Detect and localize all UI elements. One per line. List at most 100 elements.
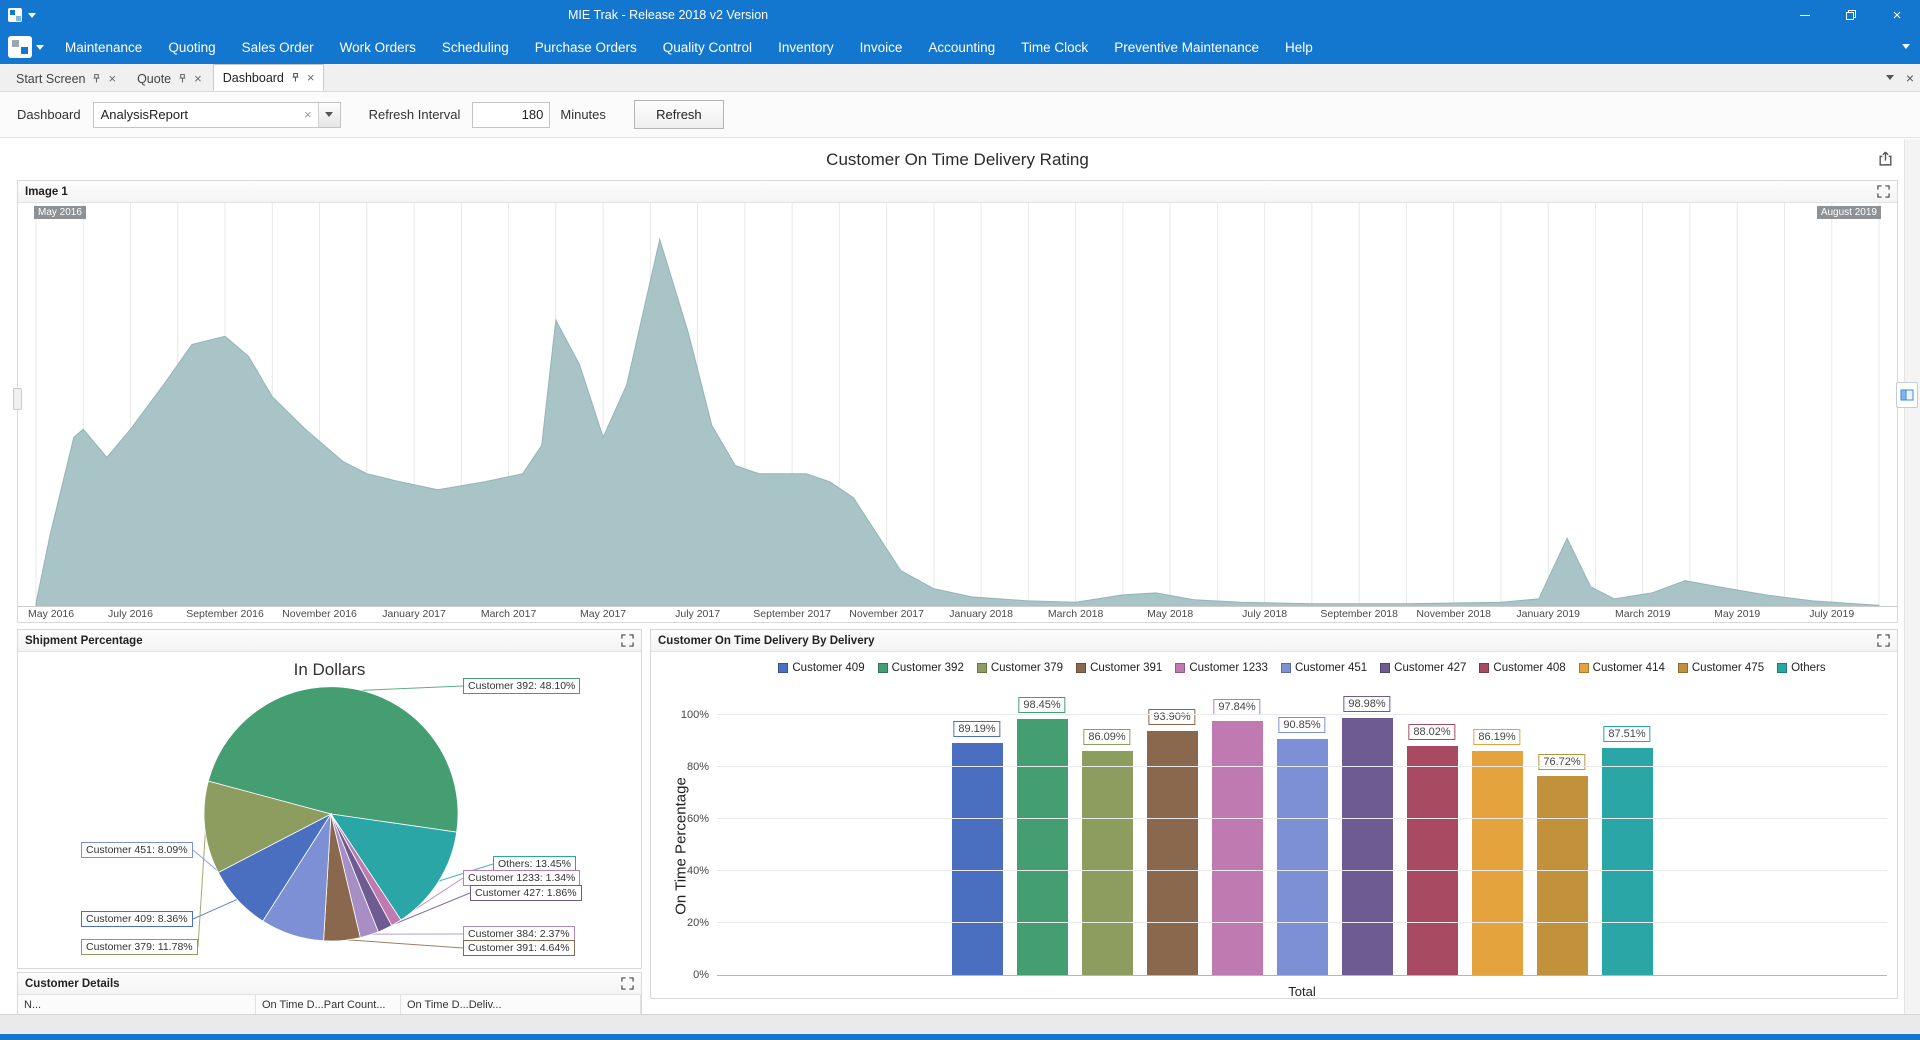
app-icon[interactable]: [8, 8, 22, 22]
legend-label: Customer 391: [1090, 662, 1162, 674]
combobox-clear-icon[interactable]: ×: [298, 107, 318, 122]
legend-label: Customer 408: [1493, 662, 1565, 674]
pin-icon[interactable]: [178, 74, 187, 83]
x-tick-label: May 2016: [28, 608, 74, 620]
chevron-down-icon: [325, 112, 333, 117]
minimize-button[interactable]: [1782, 0, 1828, 30]
legend-swatch: [977, 663, 987, 673]
combobox-dropdown-button[interactable]: [318, 103, 340, 127]
bar: [1602, 748, 1653, 976]
expand-icon[interactable]: [1877, 185, 1890, 198]
details-column-ontime-delivery[interactable]: On Time D...Deliv...: [401, 995, 641, 1014]
shipment-panel-header: Shipment Percentage: [18, 630, 641, 652]
legend-swatch: [1777, 663, 1787, 673]
tab-list-chevron-icon[interactable]: [1886, 75, 1894, 80]
tab-start-screen[interactable]: Start Screen ×: [6, 66, 126, 91]
menu-overflow-chevron-icon[interactable]: [1902, 44, 1910, 49]
tab-dashboard[interactable]: Dashboard ×: [213, 64, 325, 91]
menu-item-work-orders[interactable]: Work Orders: [327, 30, 429, 64]
menu-item-time-clock[interactable]: Time Clock: [1008, 30, 1101, 64]
menu-app-icon[interactable]: [8, 36, 32, 58]
bar-value-label: 89.19%: [953, 721, 1000, 737]
area-chart: May 2016 August 2019: [18, 203, 1897, 607]
tab-close-icon[interactable]: ×: [194, 72, 202, 85]
export-button[interactable]: [1877, 150, 1894, 172]
x-tick-label: July 2018: [1242, 608, 1287, 620]
menu-app-chevron-icon[interactable]: [36, 45, 44, 50]
details-column-ontime-part-count[interactable]: On Time D...Part Count...: [256, 995, 401, 1014]
dashboard-combobox[interactable]: AnalysisReport ×: [93, 102, 341, 128]
lower-charts-row: Shipment Percentage In Dollars Customer …: [17, 629, 1898, 1014]
bar-group: 86.19%: [1472, 715, 1523, 975]
menu-item-quality-control[interactable]: Quality Control: [650, 30, 765, 64]
bar-group: 87.51%: [1602, 715, 1653, 975]
details-column-name[interactable]: N...: [18, 995, 256, 1014]
quick-access-toolbar: [0, 8, 36, 22]
legend-swatch: [1175, 663, 1185, 673]
left-splitter-grip[interactable]: [13, 388, 22, 410]
legend-item: Customer 392: [878, 662, 964, 674]
menu-item-preventive-maintenance[interactable]: Preventive Maintenance: [1101, 30, 1272, 64]
area-x-labels: May 2016July 2016September 2016November …: [18, 607, 1897, 622]
customer-details-title: Customer Details: [25, 978, 120, 990]
right-column: Customer On Time Delivery By Delivery Cu…: [650, 629, 1898, 999]
restore-button[interactable]: [1828, 0, 1874, 30]
menu-item-purchase-orders[interactable]: Purchase Orders: [522, 30, 650, 64]
y-tick-label: 60%: [665, 813, 709, 825]
expand-icon[interactable]: [621, 634, 634, 647]
page-title: Customer On Time Delivery Rating: [826, 150, 1089, 170]
delivery-panel: Customer On Time Delivery By Delivery Cu…: [650, 629, 1898, 999]
menu-item-help[interactable]: Help: [1272, 30, 1326, 64]
tab-label: Start Screen: [16, 72, 85, 86]
tab-quote[interactable]: Quote ×: [127, 66, 212, 91]
x-tick-label: September 2016: [186, 608, 264, 620]
dock-flyout-button[interactable]: [1896, 382, 1918, 408]
close-button[interactable]: ×: [1874, 0, 1920, 30]
legend-item: Customer 391: [1076, 662, 1162, 674]
menu-item-sales-order[interactable]: Sales Order: [229, 30, 327, 64]
export-icon: [1877, 150, 1894, 167]
bar-group: 97.84%: [1212, 715, 1263, 975]
legend-label: Customer 409: [792, 662, 864, 674]
refresh-interval-input[interactable]: [472, 102, 550, 128]
legend-label: Customer 427: [1394, 662, 1466, 674]
menu-item-quoting[interactable]: Quoting: [155, 30, 228, 64]
tab-close-icon[interactable]: ×: [307, 71, 315, 84]
legend-label: Others: [1791, 662, 1826, 674]
menu-item-scheduling[interactable]: Scheduling: [429, 30, 522, 64]
area-series: [36, 239, 1879, 607]
menu-item-accounting[interactable]: Accounting: [915, 30, 1008, 64]
customer-details-header: Customer Details: [18, 973, 641, 995]
pie-slice-label: Customer 379: 11.78%: [81, 939, 198, 955]
x-tick-label: July 2017: [675, 608, 720, 620]
legend-swatch: [1281, 663, 1291, 673]
app-window: MIE Trak - Release 2018 v2 Version × Mai…: [0, 0, 1920, 1040]
legend-item: Customer 475: [1678, 662, 1764, 674]
bar-group: 76.72%: [1537, 715, 1588, 975]
refresh-interval-label: Refresh Interval: [369, 107, 461, 122]
legend-item: Customer 408: [1479, 662, 1565, 674]
bar: [1082, 751, 1133, 975]
expand-icon[interactable]: [1877, 634, 1890, 647]
bar-group: 93.90%: [1147, 715, 1198, 975]
quick-access-chevron-icon[interactable]: [28, 13, 36, 18]
minimize-icon: [1800, 15, 1810, 16]
bar-value-label: 98.45%: [1018, 697, 1065, 713]
menu-item-maintenance[interactable]: Maintenance: [52, 30, 155, 64]
expand-icon[interactable]: [621, 977, 634, 990]
pin-icon[interactable]: [92, 74, 101, 83]
menu-item-inventory[interactable]: Inventory: [765, 30, 847, 64]
right-scroll-track[interactable]: [1904, 139, 1920, 1014]
range-start-badge: May 2016: [34, 206, 86, 219]
area-chart-svg: [18, 203, 1897, 607]
bar-value-label: 97.84%: [1213, 699, 1260, 715]
bottom-accent-strip: [0, 1034, 1920, 1040]
refresh-button[interactable]: Refresh: [634, 100, 724, 129]
tab-close-icon[interactable]: ×: [108, 72, 116, 85]
tab-strip-close-icon[interactable]: ×: [1906, 70, 1914, 86]
menu-item-invoice[interactable]: Invoice: [847, 30, 916, 64]
legend-swatch: [778, 663, 788, 673]
range-end-badge: August 2019: [1817, 206, 1881, 219]
legend-label: Customer 414: [1593, 662, 1665, 674]
pin-icon[interactable]: [291, 73, 300, 82]
